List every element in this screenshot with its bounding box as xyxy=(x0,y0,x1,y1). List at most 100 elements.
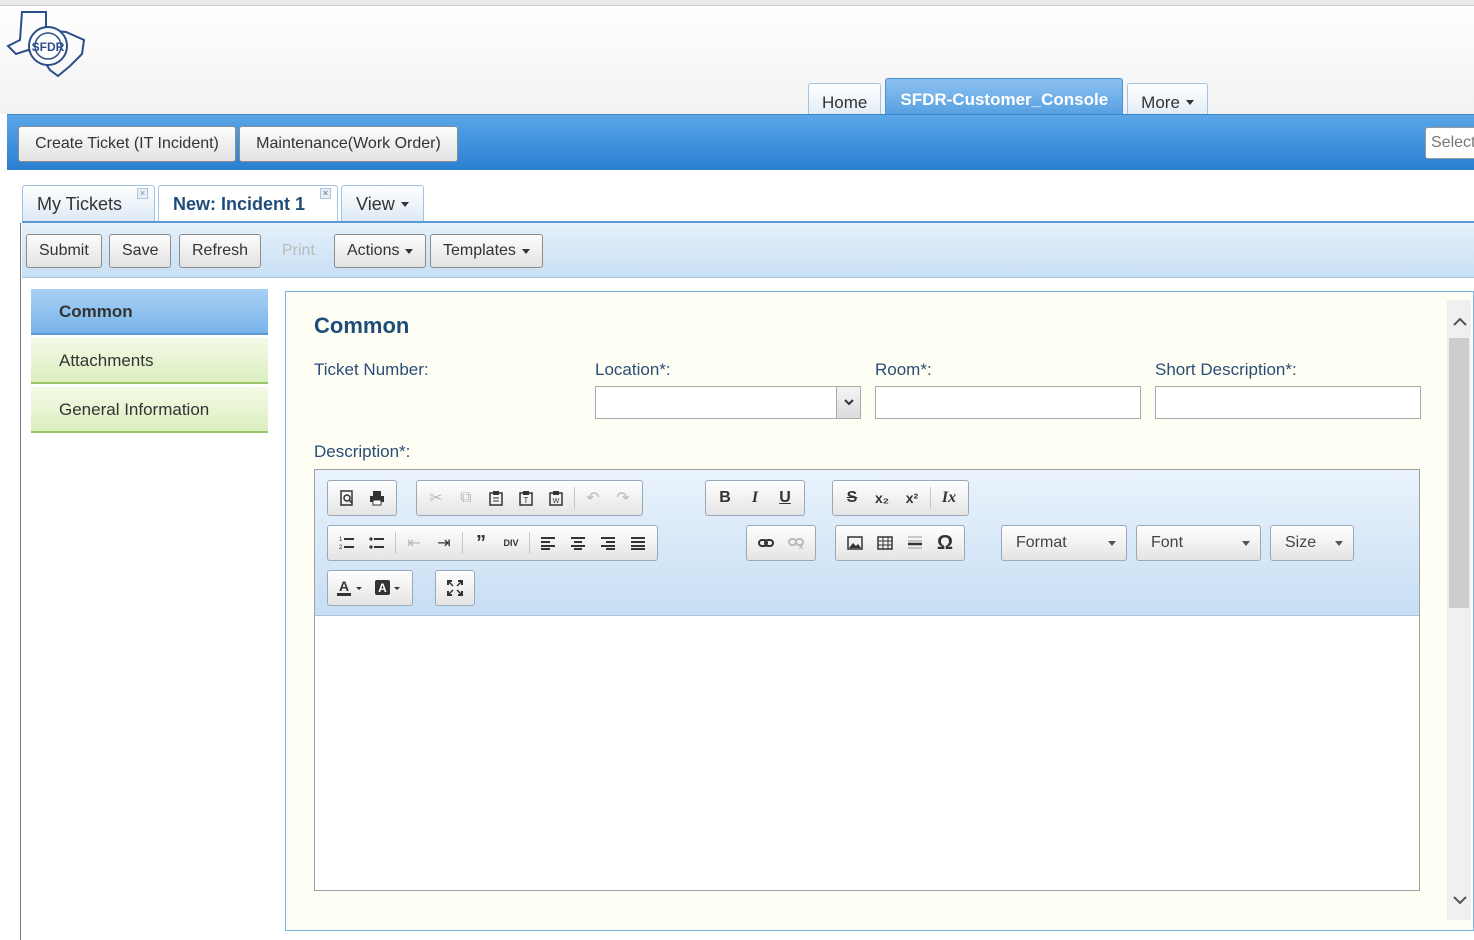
scroll-up-icon[interactable] xyxy=(1450,312,1470,332)
italic-icon[interactable]: I xyxy=(740,483,770,513)
unlink-icon[interactable] xyxy=(781,528,811,558)
close-icon[interactable]: × xyxy=(137,188,149,199)
indent-icon[interactable]: ⇥ xyxy=(429,528,459,558)
short-description-input[interactable] xyxy=(1155,386,1421,419)
ticket-number-label: Ticket Number: xyxy=(314,360,429,379)
align-right-icon[interactable] xyxy=(593,528,623,558)
tab-new-incident[interactable]: New: Incident 1 × xyxy=(158,185,339,222)
div-container-icon[interactable]: DIV xyxy=(496,528,526,558)
svg-text:2: 2 xyxy=(339,545,343,551)
editor-maximize-group xyxy=(435,570,475,606)
editor-color-group: A A xyxy=(327,570,413,606)
room-input[interactable] xyxy=(875,386,1141,419)
description-label: Description*: xyxy=(314,442,411,461)
text-color-icon[interactable]: A xyxy=(332,573,370,603)
panel-title: Common xyxy=(314,313,410,338)
sidebar-item-common[interactable]: Common xyxy=(31,289,268,335)
superscript-icon[interactable]: x² xyxy=(897,483,927,513)
align-left-icon[interactable] xyxy=(533,528,563,558)
editor-clipboard-group: ✂ ⧉ T W ↶ ↷ xyxy=(416,480,643,516)
toolbar-separator xyxy=(529,532,530,554)
create-ticket-button[interactable]: Create Ticket (IT Incident) xyxy=(18,126,236,162)
format-dropdown[interactable]: Format xyxy=(1001,525,1127,561)
description-editor: ✂ ⧉ T W ↶ ↷ B I U S x₂ x² Ix 1 2 ⇤ ⇥ ” D… xyxy=(314,469,1420,891)
table-icon[interactable] xyxy=(870,528,900,558)
justify-icon[interactable] xyxy=(623,528,653,558)
chevron-down-icon xyxy=(1108,541,1116,546)
toolbar-separator xyxy=(930,487,931,509)
preview-icon[interactable] xyxy=(332,483,362,513)
align-center-icon[interactable] xyxy=(563,528,593,558)
outdent-icon[interactable]: ⇤ xyxy=(399,528,429,558)
scroll-down-icon[interactable] xyxy=(1450,890,1470,910)
editor-doc-group xyxy=(327,480,397,516)
paste-icon[interactable] xyxy=(481,483,511,513)
svg-text:SFDR: SFDR xyxy=(32,40,65,54)
chevron-down-icon xyxy=(1185,99,1194,105)
image-icon[interactable] xyxy=(840,528,870,558)
print-button[interactable]: Print xyxy=(269,234,328,268)
chevron-down-icon xyxy=(1242,541,1250,546)
common-panel: Common Ticket Number: Location*: Room*: … xyxy=(285,291,1474,931)
link-icon[interactable] xyxy=(751,528,781,558)
underline-icon[interactable]: U xyxy=(770,483,800,513)
left-divider xyxy=(20,223,21,940)
background-color-icon[interactable]: A xyxy=(370,573,408,603)
room-label: Room*: xyxy=(875,360,932,379)
font-dropdown[interactable]: Font xyxy=(1136,525,1261,561)
tab-my-tickets[interactable]: My Tickets × xyxy=(22,185,156,222)
close-icon[interactable]: × xyxy=(320,188,332,199)
tab-view[interactable]: View xyxy=(341,185,424,222)
redo-icon[interactable]: ↷ xyxy=(608,483,638,513)
toolbar-separator xyxy=(395,532,396,554)
maximize-icon[interactable] xyxy=(440,573,470,603)
toolbar-separator xyxy=(574,487,575,509)
sub-tabs: My Tickets × New: Incident 1 × View xyxy=(22,185,424,222)
svg-text:T: T xyxy=(524,496,529,505)
chevron-down-icon xyxy=(400,201,409,207)
cut-icon[interactable]: ✂ xyxy=(421,483,451,513)
horizontal-line-icon[interactable] xyxy=(900,528,930,558)
editor-link-group xyxy=(746,525,816,561)
sfdr-logo: SFDR xyxy=(6,10,88,80)
subscript-icon[interactable]: x₂ xyxy=(867,483,897,513)
short-description-label: Short Description*: xyxy=(1155,360,1297,379)
editor-script-group: S x₂ x² Ix xyxy=(832,480,969,516)
editor-toolbar: ✂ ⧉ T W ↶ ↷ B I U S x₂ x² Ix 1 2 ⇤ ⇥ ” D… xyxy=(315,470,1419,616)
description-editor-body[interactable] xyxy=(315,617,1419,890)
save-button[interactable]: Save xyxy=(109,234,172,268)
location-label: Location*: xyxy=(595,360,671,379)
bulleted-list-icon[interactable] xyxy=(362,528,392,558)
svg-text:A: A xyxy=(378,581,387,595)
blockquote-icon[interactable]: ” xyxy=(466,528,496,558)
ticket-toolbar: Submit Save Refresh Print Actions Templa… xyxy=(22,223,1474,278)
svg-text:1: 1 xyxy=(339,537,343,543)
select-dropdown[interactable]: Select xyxy=(1425,127,1474,159)
location-select[interactable] xyxy=(595,386,861,419)
chevron-down-icon[interactable] xyxy=(836,387,860,418)
undo-icon[interactable]: ↶ xyxy=(578,483,608,513)
print-icon[interactable] xyxy=(362,483,392,513)
svg-text:W: W xyxy=(553,498,560,505)
templates-button[interactable]: Templates xyxy=(430,234,543,268)
sidebar-item-attachments[interactable]: Attachments xyxy=(31,338,268,384)
actions-button[interactable]: Actions xyxy=(334,234,427,268)
action-bar: Create Ticket (IT Incident) Maintenance(… xyxy=(7,114,1474,170)
bold-icon[interactable]: B xyxy=(710,483,740,513)
paste-text-icon[interactable]: T xyxy=(511,483,541,513)
strikethrough-icon[interactable]: S xyxy=(837,483,867,513)
special-character-icon[interactable]: Ω xyxy=(930,528,960,558)
paste-word-icon[interactable]: W xyxy=(541,483,571,513)
chevron-down-icon xyxy=(1335,541,1343,546)
sidebar-item-general-information[interactable]: General Information xyxy=(31,387,268,433)
submit-button[interactable]: Submit xyxy=(26,234,102,268)
svg-text:A: A xyxy=(339,579,349,594)
maintenance-work-order-button[interactable]: Maintenance(Work Order) xyxy=(239,126,458,162)
numbered-list-icon[interactable]: 12 xyxy=(332,528,362,558)
copy-icon[interactable]: ⧉ xyxy=(451,483,481,513)
size-dropdown[interactable]: Size xyxy=(1270,525,1354,561)
refresh-button[interactable]: Refresh xyxy=(179,234,262,268)
editor-paragraph-group: 12 ⇤ ⇥ ” DIV xyxy=(327,525,658,561)
scrollbar-thumb[interactable] xyxy=(1449,338,1469,608)
remove-format-icon[interactable]: Ix xyxy=(934,483,964,513)
